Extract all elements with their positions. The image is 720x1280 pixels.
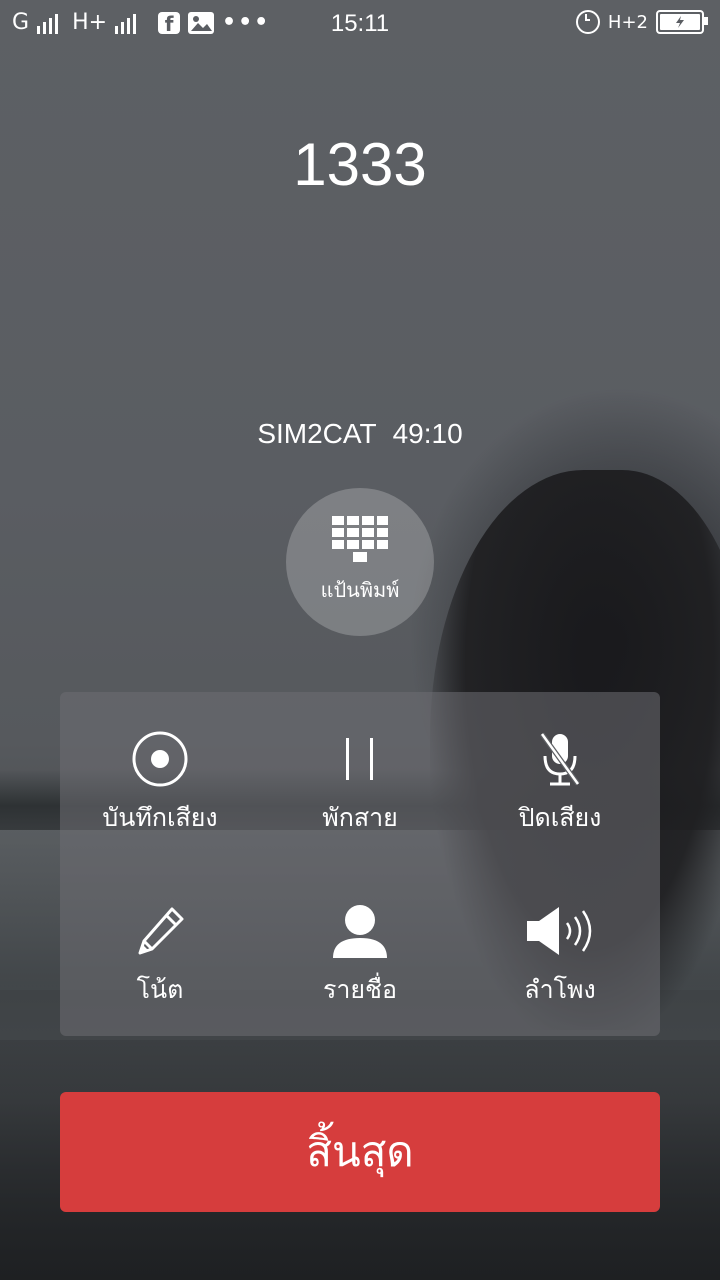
alarm-icon <box>575 10 600 34</box>
speaker-button[interactable]: ลำโพง <box>460 864 660 1014</box>
keypad-button[interactable]: แป้นพิมพ์ <box>286 488 434 636</box>
call-info: SIM2CAT 49:10 <box>0 418 720 450</box>
mute-label: ปิดเสียง <box>518 803 602 832</box>
note-button[interactable]: โน้ต <box>60 864 260 1014</box>
data-indicator: H+2 <box>607 11 648 33</box>
phone-number: 1333 <box>293 131 427 198</box>
record-label: บันทึกเสียง <box>102 803 218 832</box>
note-label: โน้ต <box>136 975 184 1004</box>
dialpad-icon <box>332 516 388 562</box>
battery-charging-icon <box>656 10 708 34</box>
pause-icon <box>346 738 373 780</box>
speaker-label: ลำโพง <box>524 975 596 1004</box>
person-icon <box>333 905 387 958</box>
record-icon <box>132 731 188 787</box>
hold-button[interactable]: พักสาย <box>260 692 460 842</box>
call-controls-panel: บันทึกเสียง พักสาย ปิดเสียง โน้ต รายชื่อ… <box>60 692 660 1036</box>
sim-label: SIM2CAT <box>257 418 377 449</box>
hold-label: พักสาย <box>322 803 398 832</box>
end-call-button[interactable]: สิ้นสุด <box>60 1092 660 1212</box>
pencil-icon <box>138 907 184 955</box>
status-bar: G H+ f ••• 15:11 H+2 <box>0 0 720 48</box>
record-button[interactable]: บันทึกเสียง <box>60 692 260 842</box>
speaker-icon <box>527 907 592 955</box>
contacts-button[interactable]: รายชื่อ <box>260 864 460 1014</box>
microphone-muted-icon <box>539 732 581 786</box>
contacts-label: รายชื่อ <box>322 975 398 1004</box>
call-duration: 49:10 <box>392 418 463 449</box>
mute-button[interactable]: ปิดเสียง <box>460 692 660 842</box>
keypad-label: แป้นพิมพ์ <box>320 578 400 602</box>
